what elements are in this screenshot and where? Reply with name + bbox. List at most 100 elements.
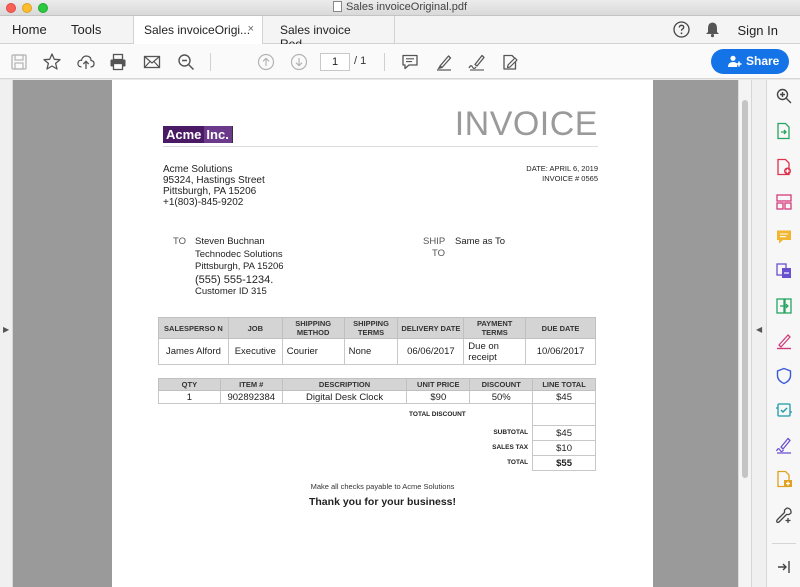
sender-phone: +1(803)-845-9202 — [163, 197, 244, 208]
cell-qty: 1 — [158, 390, 221, 404]
invoice-meta: DATE: APRIL 6, 2019 INVOICE # 0565 — [526, 164, 598, 184]
tab-sales-invoice-original[interactable]: Sales invoiceOrigi... × — [133, 16, 263, 44]
subtotal-value: $45 — [532, 425, 596, 441]
edit-pdf-icon[interactable] — [775, 470, 793, 488]
collapse-right-panel-icon[interactable]: ◀ — [756, 325, 762, 334]
col-unit-price: UNIT PRICE — [406, 378, 471, 391]
ship-to-value: Same as To — [455, 236, 505, 247]
tools-pane — [766, 80, 800, 587]
collapse-tools-pane-icon[interactable] — [775, 558, 793, 576]
right-panel-toggle-strip[interactable]: ◀ — [751, 80, 766, 587]
comment-tool-icon[interactable] — [775, 228, 793, 246]
window-title-text: Sales invoiceOriginal.pdf — [345, 1, 468, 13]
tab-bar: Home Tools Sales invoiceOrigi... × Sales… — [0, 16, 800, 51]
col-shipping-terms: SHIPPING TERMS — [343, 317, 399, 339]
tab-sales-invoice-redacted[interactable]: Sales invoice Red... — [270, 16, 395, 51]
header-divider — [163, 146, 598, 147]
fill-sign-document-icon[interactable] — [500, 52, 520, 72]
vertical-scrollbar[interactable] — [738, 80, 751, 587]
invoice-title: INVOICE — [454, 105, 598, 143]
page-number-input[interactable]: 1 — [320, 53, 350, 71]
protect-shield-icon[interactable] — [775, 367, 793, 385]
email-icon[interactable] — [142, 52, 162, 72]
menu-tools[interactable]: Tools — [71, 22, 101, 37]
subtotal-label: SUBTOTAL — [493, 429, 529, 436]
window-title-bar: Sales invoiceOriginal.pdf — [0, 0, 800, 16]
export-pdf-icon[interactable] — [775, 122, 793, 140]
line-items-table: QTY ITEM # DESCRIPTION UNIT PRICE DISCOU… — [158, 378, 596, 471]
table-header-row: QTY ITEM # DESCRIPTION UNIT PRICE DISCOU… — [158, 378, 596, 391]
recipient-name: Steven Buchnan — [195, 236, 265, 247]
cell-line-total: $45 — [532, 390, 596, 404]
pdf-page: Acme Inc. INVOICE Acme Solutions 95324, H… — [112, 80, 653, 587]
send-for-signature-icon[interactable] — [775, 436, 793, 454]
fill-sign-tool-icon[interactable] — [775, 332, 793, 350]
enhance-scans-icon[interactable] — [775, 401, 793, 419]
pdf-file-icon — [332, 1, 342, 12]
scrollbar-thumb[interactable] — [742, 100, 748, 478]
ship-to-label-line1: SHIP — [423, 236, 446, 247]
logo-text-acme: Acme — [163, 126, 205, 143]
table-header-row: SALESPERSO N JOB SHIPPING METHOD SHIPPIN… — [158, 317, 596, 339]
combine-files-icon[interactable] — [775, 262, 793, 280]
sender-street: 95324, Hastings Street — [163, 175, 265, 186]
close-tab-icon[interactable]: × — [248, 23, 254, 35]
sign-in-link[interactable]: Sign In — [738, 23, 778, 38]
invoice-number: INVOICE # 0565 — [542, 174, 598, 183]
help-icon[interactable] — [673, 21, 690, 38]
total-label: TOTAL — [507, 459, 529, 466]
cell-item-number: 902892384 — [219, 390, 283, 404]
sender-city: Pittsburgh, PA 15206 — [163, 186, 257, 197]
toolbar-separator — [210, 53, 211, 71]
cell-description: Digital Desk Clock — [281, 390, 408, 404]
col-description: DESCRIPTION — [281, 378, 408, 391]
compare-files-icon[interactable] — [775, 297, 793, 315]
zoom-search-tool-icon[interactable] — [775, 87, 793, 105]
next-page-icon[interactable] — [289, 52, 309, 72]
previous-page-icon[interactable] — [256, 52, 276, 72]
page-total: / 1 — [354, 55, 367, 67]
sales-tax-row: SALES TAX $10 — [159, 440, 596, 456]
bookmark-star-icon[interactable] — [42, 52, 62, 72]
sign-pen-icon[interactable] — [467, 52, 487, 72]
create-pdf-icon[interactable] — [775, 158, 793, 176]
recipient-city: Pittsburgh, PA 15206 — [195, 261, 284, 272]
table-row: 1 902892384 Digital Desk Clock $90 50% $… — [158, 390, 596, 404]
cell-shipping-terms: None — [343, 338, 399, 365]
save-icon[interactable] — [9, 52, 29, 72]
notifications-bell-icon[interactable] — [705, 21, 720, 38]
tab-label: Sales invoiceOrigi... — [144, 23, 251, 37]
comment-icon[interactable] — [400, 52, 420, 72]
to-label: TO — [173, 236, 187, 247]
thank-you-note: Thank you for your business! — [308, 496, 457, 508]
customer-id: Customer ID 315 — [195, 286, 267, 297]
cell-job: Executive — [227, 338, 283, 365]
total-row: TOTAL $55 — [159, 455, 596, 471]
logo-text-inc: Inc. — [204, 126, 233, 143]
col-shipping-method: SHIPPING METHOD — [281, 317, 345, 339]
expand-left-panel-icon[interactable]: ▶ — [3, 325, 9, 334]
col-item-number: ITEM # — [219, 378, 283, 391]
print-icon[interactable] — [108, 52, 128, 72]
organize-pages-icon[interactable] — [775, 193, 793, 211]
cell-delivery-date: 06/06/2017 — [397, 338, 465, 365]
search-zoom-icon[interactable] — [176, 52, 196, 72]
recipient-company: Technodec Solutions — [195, 248, 283, 260]
more-tools-wrench-icon[interactable] — [775, 506, 793, 524]
col-line-total: LINE TOTAL — [532, 378, 596, 391]
col-qty: QTY — [158, 378, 221, 391]
invoice-date: DATE: APRIL 6, 2019 — [526, 164, 598, 173]
ship-to-label-line2: TO — [432, 248, 446, 259]
left-panel-toggle-strip[interactable]: ▶ — [0, 80, 13, 587]
col-payment-terms: PAYMENT TERMS — [463, 317, 527, 339]
main-toolbar: 1 / 1 — [0, 44, 800, 79]
total-discount-row: TOTAL DISCOUNT — [159, 403, 596, 426]
total-discount-label: TOTAL DISCOUNT — [409, 410, 466, 418]
col-discount: DISCOUNT — [469, 378, 534, 391]
sales-tax-label: SALES TAX — [492, 444, 529, 451]
share-button[interactable]: Share — [711, 49, 789, 74]
menu-home[interactable]: Home — [12, 22, 47, 37]
highlight-pen-icon[interactable] — [434, 52, 454, 72]
upload-cloud-icon[interactable] — [76, 52, 96, 72]
document-viewer[interactable]: Acme Inc. INVOICE Acme Solutions 95324, H… — [13, 80, 751, 587]
